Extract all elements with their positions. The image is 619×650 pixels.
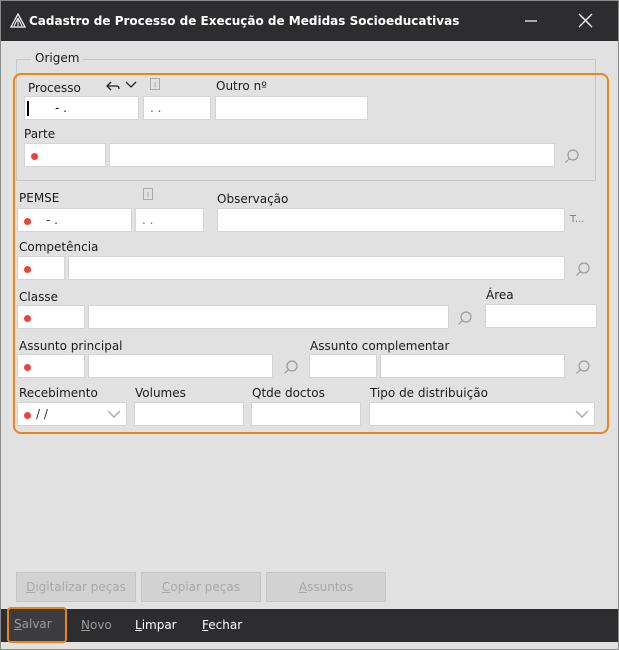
volumes-input[interactable] (134, 402, 244, 426)
assunto-complementar-label: Assunto complementar (310, 339, 450, 353)
recebimento-date-picker[interactable]: / / (17, 402, 127, 426)
required-indicator (31, 153, 38, 160)
competencia-label: Competência (19, 240, 99, 254)
outro-numero-label: Outro nº (216, 79, 267, 93)
text-caret (27, 101, 29, 116)
required-indicator (24, 364, 31, 371)
limpar-button[interactable]: Limpar (135, 609, 177, 642)
observacao-input[interactable] (217, 208, 565, 232)
area-label: Área (486, 288, 514, 302)
digitalizar-pecas-button[interactable]: Digitalizar peças (16, 572, 136, 602)
assunto-principal-label: Assunto principal (19, 339, 123, 353)
fechar-button[interactable]: Fechar (202, 609, 242, 642)
required-indicator (24, 412, 31, 419)
close-button[interactable] (565, 1, 605, 41)
qtde-doctos-input[interactable] (251, 402, 361, 426)
required-indicator (24, 218, 31, 225)
dialog-window: Cadastro de Processo de Execução de Medi… (0, 0, 619, 650)
pemse-label: PEMSE (19, 191, 60, 205)
classe-name-input[interactable] (88, 305, 449, 329)
assunto-complementar-name-input[interactable] (380, 354, 565, 378)
classe-label: Classe (19, 290, 58, 304)
chevron-down-icon[interactable] (125, 80, 137, 90)
info-icon[interactable] (149, 77, 161, 91)
qtde-doctos-label: Qtde doctos (252, 386, 325, 400)
observacao-label: Observação (217, 192, 289, 206)
salvar-button[interactable]: Salvar (7, 607, 67, 643)
tipo-distribuicao-label: Tipo de distribuição (370, 386, 488, 400)
parte-code-input[interactable] (24, 143, 106, 167)
assunto-principal-name-input[interactable] (88, 354, 273, 378)
classe-code-input[interactable] (17, 305, 85, 329)
search-assunto-complementar-icon[interactable] (575, 359, 591, 375)
origem-group-title: Origem (31, 51, 84, 65)
processo-number-input[interactable]: - . (24, 96, 139, 120)
footer-toolbar: Novo Limpar Fechar (1, 609, 618, 642)
pemse-number-input[interactable]: - . (17, 208, 132, 232)
search-classe-icon[interactable] (457, 310, 473, 326)
copiar-pecas-button[interactable]: Copiar peças (141, 572, 261, 602)
title-bar[interactable]: Cadastro de Processo de Execução de Medi… (1, 1, 618, 41)
processo-suffix-input[interactable]: . . (143, 96, 211, 120)
competencia-code-input[interactable] (17, 256, 65, 280)
close-icon (578, 13, 593, 28)
undo-arrow-icon[interactable] (105, 79, 121, 93)
competencia-name-input[interactable] (68, 256, 565, 280)
volumes-label: Volumes (135, 386, 186, 400)
salvar-label: Salvar (14, 617, 52, 631)
assuntos-button[interactable]: Assuntos (266, 572, 386, 602)
assunto-complementar-code-input[interactable] (309, 354, 377, 378)
parte-name-input[interactable] (109, 143, 555, 167)
required-indicator (24, 315, 31, 322)
pemse-suffix-input[interactable]: . . (135, 208, 204, 232)
search-parte-icon[interactable] (564, 148, 580, 164)
pemse-info-icon[interactable] (142, 187, 154, 201)
parte-label: Parte (24, 127, 56, 141)
required-indicator (24, 266, 31, 273)
minimize-icon (525, 20, 537, 22)
minimize-button[interactable] (511, 1, 551, 41)
processo-label: Processo (28, 81, 81, 95)
window-title: Cadastro de Processo de Execução de Medi… (29, 14, 460, 28)
chevron-down-icon (107, 410, 121, 418)
assunto-principal-code-input[interactable] (17, 354, 85, 378)
chevron-down-icon (575, 410, 589, 418)
observacao-expand-button[interactable]: T... (570, 214, 584, 225)
search-assunto-principal-icon[interactable] (283, 359, 299, 375)
tipo-distribuicao-select[interactable] (369, 402, 595, 426)
recebimento-label: Recebimento (19, 386, 98, 400)
novo-button[interactable]: Novo (81, 609, 112, 642)
area-input[interactable] (485, 304, 597, 328)
search-competencia-icon[interactable] (575, 261, 591, 277)
app-logo-icon (10, 13, 26, 28)
outro-numero-input[interactable] (215, 96, 368, 120)
